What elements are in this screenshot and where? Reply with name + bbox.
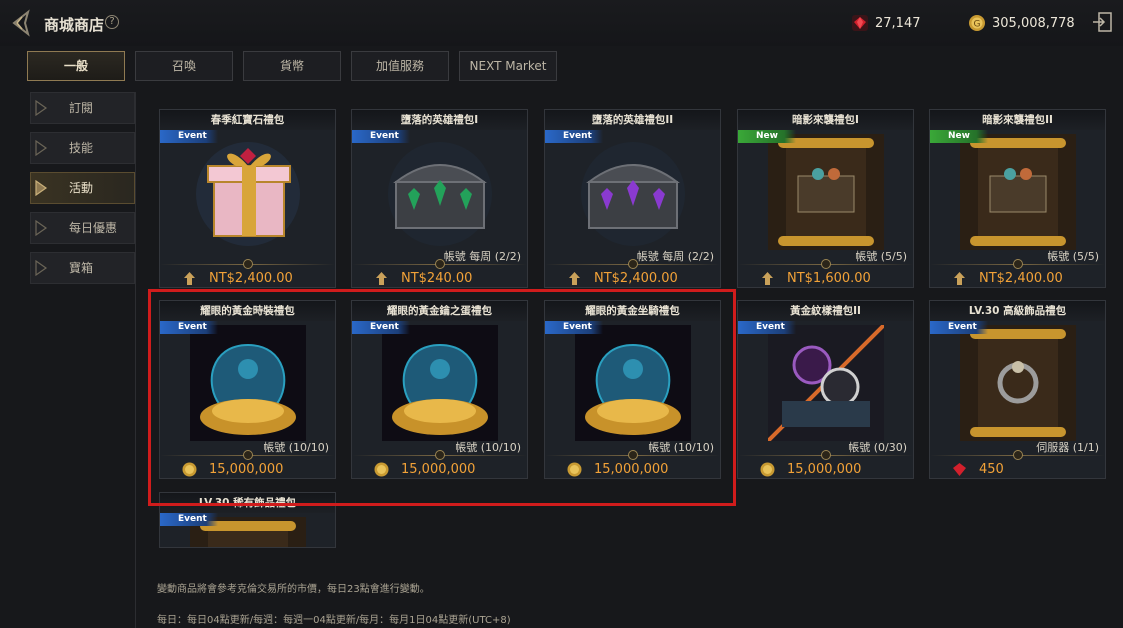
svg-text:G: G: [974, 20, 981, 30]
product-title: 暗影來襲禮包II: [930, 110, 1105, 130]
coin-amount: 305,008,778: [992, 15, 1075, 31]
price-value: NT$240.00: [401, 270, 473, 286]
market-price-note: 變動商品將會參考克倫交易所的市價，每日23點會進行變動。: [157, 584, 430, 595]
price-value: NT$2,400.00: [594, 270, 678, 286]
purchase-limit: 帳號 (5/5): [1047, 250, 1099, 263]
divider-ornament-icon: [821, 450, 831, 460]
coin-icon: G: [969, 15, 985, 31]
sidebar-item-label: 技能: [69, 141, 94, 155]
ruby-amount: 27,147: [875, 15, 921, 31]
sidebar-divider: [135, 92, 136, 628]
ruby-icon: [953, 462, 966, 476]
ruby-icon: [852, 15, 868, 31]
purchase-limit: 帳號 (5/5): [855, 250, 907, 263]
event-badge: Event: [545, 130, 603, 143]
product-title: 黃金紋樣禮包II: [738, 301, 913, 321]
tab-premium-services[interactable]: 加值服務: [351, 51, 449, 81]
purchase-limit: 帳號 每周 (2/2): [443, 250, 521, 263]
refresh-schedule-note: 每日：每日04點更新/每週：每週一04點更新/每月：每月1日04點更新(UTC+…: [157, 615, 511, 626]
tab-summon[interactable]: 召喚: [135, 51, 233, 81]
question-icon[interactable]: ?: [105, 15, 119, 29]
product-card[interactable]: 暗影來襲禮包II New 帳號 (5/5) NT$2,400.00: [929, 109, 1106, 288]
product-title: LV.30 高級飾品禮包: [930, 301, 1105, 321]
price-button[interactable]: NT$1,600.00: [738, 269, 913, 287]
price-button[interactable]: NT$240.00: [352, 269, 527, 287]
event-badge: Event: [352, 130, 410, 143]
sidebar-item-label: 活動: [69, 181, 94, 195]
tab-currency[interactable]: 貨幣: [243, 51, 341, 81]
sidebar-item-label: 每日優惠: [69, 221, 118, 235]
event-badge: Event: [738, 321, 796, 334]
coin-balance: G 305,008,778: [968, 13, 1075, 33]
purchase-limit: 伺服器 (1/1): [1036, 441, 1099, 454]
ruby-balance: 27,147: [851, 13, 921, 33]
product-card[interactable]: 墮落的英雄禮包I Event 帳號 每周 (2/2) NT$240.00: [351, 109, 528, 288]
product-title: 暗影來襲禮包I: [738, 110, 913, 130]
sidebar-item-marker-icon: [35, 180, 48, 196]
price-value: NT$2,400.00: [209, 270, 293, 286]
purchase-limit: 帳號 每周 (2/2): [636, 250, 714, 263]
product-card[interactable]: LV.30 高級飾品禮包 Event 伺服器 (1/1) 450: [929, 300, 1106, 479]
sidebar-item-events[interactable]: 活動: [30, 172, 135, 204]
price-value: 15,000,000: [787, 461, 862, 477]
back-icon[interactable]: [8, 9, 36, 37]
sidebar-item-subscription[interactable]: 訂閱: [30, 92, 135, 124]
product-image: [388, 142, 492, 246]
event-badge: Event: [160, 130, 218, 143]
product-title: 墮落的英雄禮包I: [352, 110, 527, 130]
buy-icon: [762, 271, 773, 285]
buy-icon: [954, 271, 965, 285]
divider-ornament-icon: [1013, 450, 1023, 460]
sidebar-item-marker-icon: [35, 220, 48, 236]
highlight-frame: [148, 289, 736, 506]
sidebar-item-daily-deals[interactable]: 每日優惠: [30, 212, 135, 244]
new-badge: New: [930, 130, 988, 143]
sidebar-item-skills[interactable]: 技能: [30, 132, 135, 164]
buy-icon: [184, 271, 195, 285]
tab-next-market[interactable]: NEXT Market: [459, 51, 557, 81]
product-image: [960, 325, 1076, 441]
divider-ornament-icon: [628, 259, 638, 269]
product-card[interactable]: 春季紅寶石禮包 Event NT$2,400.00: [159, 109, 336, 288]
product-card[interactable]: 暗影來襲禮包I New 帳號 (5/5) NT$1,600.00: [737, 109, 914, 288]
product-card[interactable]: 黃金紋樣禮包II Event 帳號 (0/30) 15,000,000: [737, 300, 914, 479]
divider-ornament-icon: [821, 259, 831, 269]
top-bar: 商城商店 ? 27,147 G 305,008,778: [0, 0, 1123, 46]
price-button[interactable]: 450: [930, 460, 1105, 478]
product-image: [581, 142, 685, 246]
price-button[interactable]: 15,000,000: [738, 460, 913, 478]
new-badge: New: [738, 130, 796, 143]
divider-ornament-icon: [435, 259, 445, 269]
price-button[interactable]: NT$2,400.00: [930, 269, 1105, 287]
sidebar-item-chests[interactable]: 寶箱: [30, 252, 135, 284]
product-image: [960, 134, 1076, 250]
product-title: 春季紅寶石禮包: [160, 110, 335, 130]
tab-general[interactable]: 一般: [27, 51, 125, 81]
exit-icon[interactable]: [1091, 11, 1113, 33]
sidebar-item-label: 寶箱: [69, 261, 94, 275]
page-title: 商城商店: [44, 16, 105, 34]
event-badge: Event: [160, 513, 218, 526]
divider-ornament-icon: [243, 259, 253, 269]
product-card[interactable]: 墮落的英雄禮包II Event 帳號 每周 (2/2) NT$2,400.00: [544, 109, 721, 288]
product-image: [768, 325, 884, 441]
product-image: [768, 134, 884, 250]
divider-ornament-icon: [1013, 259, 1023, 269]
price-value: NT$1,600.00: [787, 270, 871, 286]
product-image: [196, 142, 300, 246]
sidebar-item-marker-icon: [35, 260, 48, 276]
event-badge: Event: [930, 321, 988, 334]
sidebar-item-marker-icon: [35, 100, 48, 116]
sidebar-item-label: 訂閱: [69, 101, 94, 115]
price-button[interactable]: NT$2,400.00: [160, 269, 335, 287]
product-title: 墮落的英雄禮包II: [545, 110, 720, 130]
coin-icon: [760, 462, 775, 476]
buy-icon: [376, 271, 387, 285]
price-value: 450: [979, 461, 1004, 477]
buy-icon: [569, 271, 580, 285]
sidebar-item-marker-icon: [35, 140, 48, 156]
price-button[interactable]: NT$2,400.00: [545, 269, 720, 287]
price-value: NT$2,400.00: [979, 270, 1063, 286]
purchase-limit: 帳號 (0/30): [848, 441, 907, 454]
